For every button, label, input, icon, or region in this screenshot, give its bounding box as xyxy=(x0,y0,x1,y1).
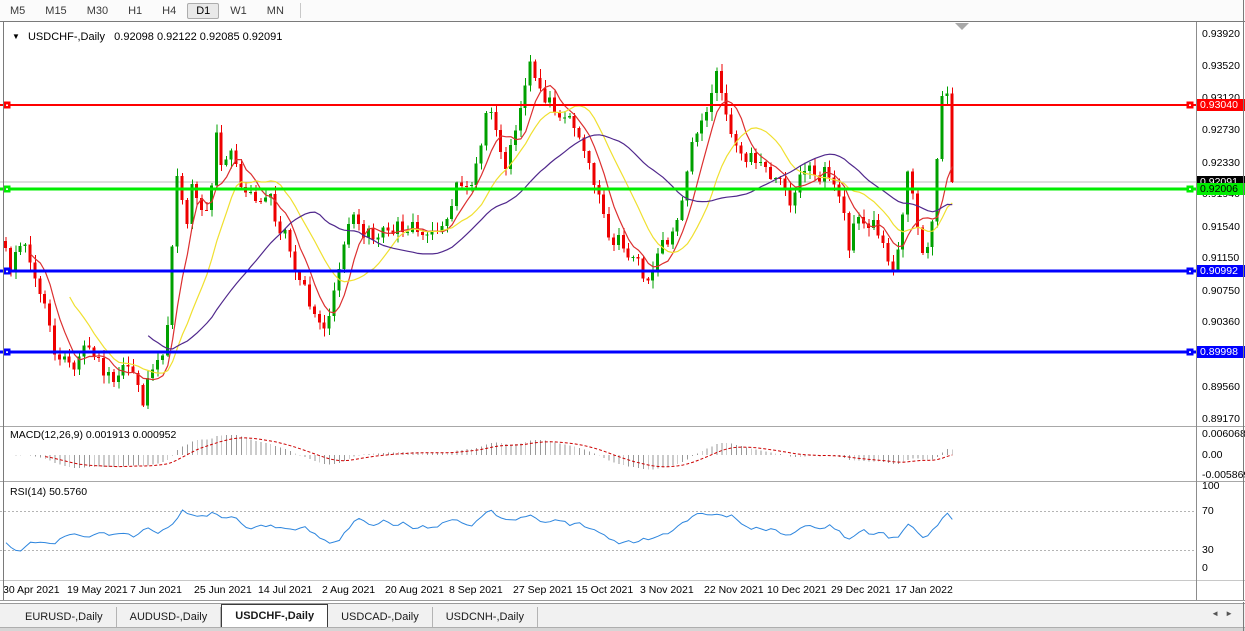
date-label: 30 Apr 2021 xyxy=(3,584,60,596)
date-label: 17 Jan 2022 xyxy=(895,584,953,596)
price-tick: 0.90360 xyxy=(1202,316,1240,328)
ohlc-values: 0.92098 0.92122 0.92085 0.92091 xyxy=(114,31,282,43)
rsi-tick: 0 xyxy=(1202,562,1208,574)
date-label: 25 Jun 2021 xyxy=(194,584,252,596)
tab-scroll-left-icon[interactable]: ◄ xyxy=(1211,609,1225,618)
date-label: 2 Aug 2021 xyxy=(322,584,375,596)
rsi-tick: 30 xyxy=(1202,544,1214,556)
level-price-label: 0.89998 xyxy=(1197,346,1245,358)
date-label: 20 Aug 2021 xyxy=(385,584,444,596)
rsi-tick: 70 xyxy=(1202,505,1214,517)
level-price-label: 0.92006 xyxy=(1197,183,1245,195)
chart-tab-bar: EURUSD-,DailyAUDUSD-,DailyUSDCHF-,DailyU… xyxy=(0,603,1245,628)
chart-tab-usdcad[interactable]: USDCAD-,Daily xyxy=(328,607,433,628)
price-tick: 0.89560 xyxy=(1202,381,1240,393)
date-label: 29 Dec 2021 xyxy=(831,584,891,596)
price-tick: 0.92330 xyxy=(1202,157,1240,169)
level-price-label: 0.93040 xyxy=(1197,99,1245,111)
chart-left-border xyxy=(3,22,4,600)
date-label: 15 Oct 2021 xyxy=(576,584,633,596)
price-tick: 0.89170 xyxy=(1202,413,1240,425)
rsi-pane xyxy=(0,510,1196,551)
chart-tab-usdchf[interactable]: USDCHF-,Daily xyxy=(221,604,328,628)
level-lines[interactable] xyxy=(0,101,1196,355)
macd-label: MACD(12,26,9) 0.001913 0.000952 xyxy=(10,429,176,441)
toolbar-separator xyxy=(0,21,1245,22)
chart-canvas[interactable] xyxy=(0,0,1245,631)
tab-scroll-arrows[interactable]: ◄► xyxy=(1211,609,1239,618)
chart-tab-usdcnh[interactable]: USDCNH-,Daily xyxy=(433,607,538,628)
candles xyxy=(4,55,953,409)
date-label: 10 Dec 2021 xyxy=(767,584,827,596)
date-row-separator-highlight xyxy=(0,601,1245,602)
date-label: 19 May 2021 xyxy=(67,584,128,596)
price-tick: 0.90750 xyxy=(1202,285,1240,297)
price-tick: 0.93520 xyxy=(1202,60,1240,72)
tab-scroll-right-icon[interactable]: ► xyxy=(1225,609,1239,618)
macd-tick: 0.006068 xyxy=(1202,428,1245,440)
bottom-strip xyxy=(0,627,1245,631)
rsi-label: RSI(14) 50.5760 xyxy=(10,486,87,498)
chevron-down-icon[interactable]: ▼ xyxy=(12,32,20,41)
symbol-title: USDCHF-,Daily xyxy=(28,31,105,43)
chart-tab-audusd[interactable]: AUDUSD-,Daily xyxy=(117,607,222,628)
price-tick: 0.91150 xyxy=(1202,252,1239,264)
price-tick: 0.92730 xyxy=(1202,124,1240,136)
window-right-border xyxy=(1243,0,1244,631)
price-tick: 0.93920 xyxy=(1202,28,1240,40)
chart-tab-eurusd[interactable]: EURUSD-,Daily xyxy=(12,607,117,628)
date-label: 14 Jul 2021 xyxy=(258,584,312,596)
price-tick: 0.91540 xyxy=(1202,221,1240,233)
date-label: 27 Sep 2021 xyxy=(513,584,573,596)
rsi-line xyxy=(6,510,952,551)
date-label: 22 Nov 2021 xyxy=(704,584,764,596)
level-price-label: 0.90992 xyxy=(1197,265,1245,277)
date-label: 7 Jun 2021 xyxy=(130,584,182,596)
mt4-window: M5M15M30H1H4D1W1MN ▼ USDCHF-,Daily 0.920… xyxy=(0,0,1245,631)
macd-signal-line xyxy=(45,438,952,467)
chart-shift-marker[interactable] xyxy=(955,23,969,30)
date-label: 3 Nov 2021 xyxy=(640,584,694,596)
rsi-tick: 100 xyxy=(1202,480,1220,492)
macd-tick: 0.00 xyxy=(1202,449,1222,461)
ma-30-line xyxy=(148,135,952,349)
date-label: 8 Sep 2021 xyxy=(449,584,503,596)
symbol-ohlc-line: ▼ USDCHF-,Daily 0.92098 0.92122 0.92085 … xyxy=(12,31,282,43)
